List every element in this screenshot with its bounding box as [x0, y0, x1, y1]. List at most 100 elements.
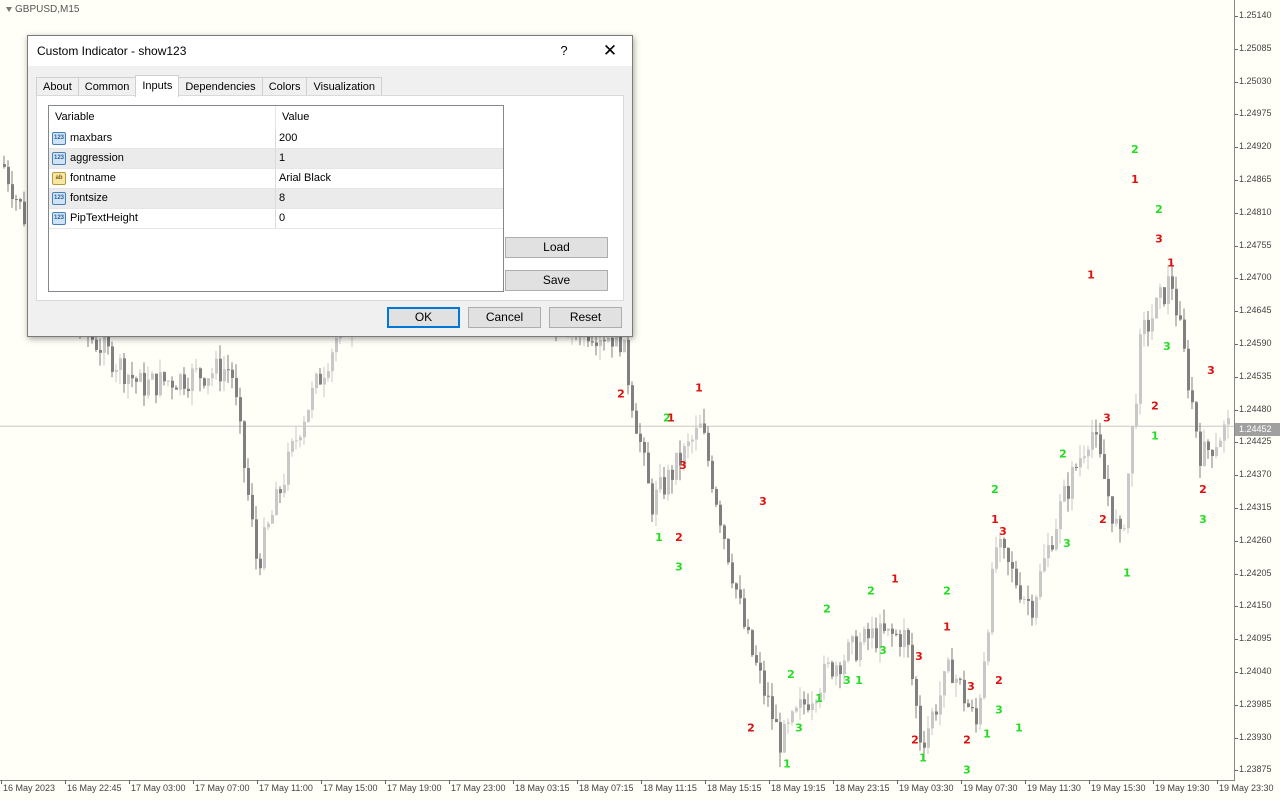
candle-body	[991, 568, 994, 633]
price-tick-label: 1.24645	[1235, 305, 1272, 316]
candle-body	[119, 358, 122, 371]
wave-marker-label: 2	[1059, 447, 1067, 460]
candle-body	[143, 372, 146, 396]
tab-about[interactable]: About	[36, 77, 79, 96]
candle-body	[923, 742, 926, 748]
cancel-button[interactable]: Cancel	[468, 307, 541, 328]
candle-body	[135, 378, 138, 382]
tab-inputs[interactable]: Inputs	[135, 75, 180, 97]
param-value[interactable]: 0	[279, 209, 285, 228]
candle-body	[307, 409, 310, 422]
candle-body	[699, 423, 702, 428]
time-tick-label: 16 May 2023	[0, 780, 56, 793]
candle-body	[1083, 456, 1086, 459]
ok-button[interactable]: OK	[387, 307, 460, 328]
candle-body	[835, 665, 838, 677]
candle-body	[659, 477, 662, 490]
candle-body	[787, 722, 790, 724]
wave-marker-label: 3	[1155, 233, 1163, 246]
time-scale[interactable]: 16 May 2023 16 May 22:45 17 May 03:00 17 Ma…	[0, 780, 1280, 800]
candle-body	[663, 477, 666, 495]
candle-body	[1099, 434, 1102, 455]
candle-body	[695, 427, 698, 440]
wave-marker-label: 3	[995, 704, 1003, 717]
param-row[interactable]: 123 fontsize 8	[49, 189, 503, 209]
candle-body	[727, 538, 730, 563]
param-value[interactable]: Arial Black	[279, 169, 331, 188]
param-row[interactable]: 123 PipTextHeight 0	[49, 209, 503, 229]
candle-body	[711, 460, 714, 489]
param-value[interactable]: 200	[279, 129, 297, 148]
inputs-panel: Variable Value 123 maxbars 200 123 aggressio…	[36, 95, 624, 301]
candle-body	[1111, 496, 1114, 524]
candle-body	[3, 164, 6, 167]
wave-marker-label: 2	[823, 602, 831, 615]
candle-body	[1007, 547, 1010, 563]
candle-body	[963, 679, 966, 704]
candle-body	[691, 439, 694, 442]
time-tick-label: 19 May 15:30	[1089, 780, 1146, 793]
tab-common[interactable]: Common	[77, 77, 137, 96]
wave-marker-label: 1	[695, 382, 703, 395]
candle-body	[147, 379, 150, 396]
candle-body	[1019, 585, 1022, 600]
param-row[interactable]: 123 aggression 1	[49, 149, 503, 169]
price-tick-label: 1.25085	[1235, 42, 1272, 53]
candle-body	[783, 723, 786, 753]
candle-body	[239, 397, 242, 422]
candle-body	[1035, 596, 1038, 618]
candle-body	[95, 339, 98, 350]
integer-type-icon: 123	[52, 152, 66, 165]
candle-body	[851, 636, 854, 643]
save-button[interactable]: Save	[505, 270, 608, 291]
candle-body	[139, 372, 142, 382]
candle-body	[907, 629, 910, 645]
column-header-value[interactable]: Value	[276, 106, 503, 129]
candle-body	[759, 662, 762, 671]
dialog-titlebar[interactable]: Custom Indicator - show123 ? ✕	[28, 36, 632, 66]
candle-body	[247, 468, 250, 495]
candle-body	[251, 494, 254, 520]
candle-body	[839, 665, 842, 675]
wave-marker-label: 3	[915, 650, 923, 663]
candle-body	[1183, 319, 1186, 349]
candle-body	[127, 374, 130, 384]
wave-marker-label: 3	[759, 495, 767, 508]
candle-body	[703, 423, 706, 433]
candle-body	[1167, 276, 1170, 305]
wave-marker-label: 3	[879, 644, 887, 657]
tab-colors[interactable]: Colors	[261, 77, 308, 96]
column-divider	[275, 189, 276, 208]
help-button[interactable]: ?	[552, 39, 576, 63]
param-value[interactable]: 8	[279, 189, 285, 208]
candle-body	[639, 433, 642, 442]
candle-body	[591, 341, 594, 343]
param-value[interactable]: 1	[279, 149, 285, 168]
candle-body	[1135, 403, 1138, 427]
candle-body	[763, 670, 766, 696]
candle-body	[15, 199, 18, 201]
price-tick-label: 1.24920	[1235, 141, 1272, 152]
param-name: maxbars	[70, 132, 113, 144]
price-scale[interactable]: 1.25140 1.25085 1.25030 1.24975 1.24920 1.248…	[1235, 0, 1280, 780]
tab-dependencies[interactable]: Dependencies	[178, 77, 263, 96]
candle-body	[227, 369, 230, 371]
column-divider	[275, 149, 276, 168]
candle-body	[799, 699, 802, 708]
candle-body	[823, 663, 826, 693]
collapse-triangle-icon[interactable]	[6, 7, 12, 12]
candle-body	[627, 339, 630, 386]
reset-button[interactable]: Reset	[549, 307, 622, 328]
price-tick-label: 1.24700	[1235, 272, 1272, 283]
param-row[interactable]: 123 maxbars 200	[49, 129, 503, 149]
candle-body	[887, 628, 890, 631]
tab-visualization[interactable]: Visualization	[306, 77, 383, 96]
symbol-label: GBPUSD,M15	[6, 4, 79, 15]
param-row[interactable]: ab fontname Arial Black	[49, 169, 503, 189]
candle-body	[1095, 432, 1098, 435]
load-button[interactable]: Load	[505, 237, 608, 258]
close-icon[interactable]: ✕	[598, 39, 622, 63]
price-tick-label: 1.24480	[1235, 403, 1272, 414]
column-header-variable[interactable]: Variable	[49, 106, 276, 129]
candle-body	[739, 589, 742, 599]
